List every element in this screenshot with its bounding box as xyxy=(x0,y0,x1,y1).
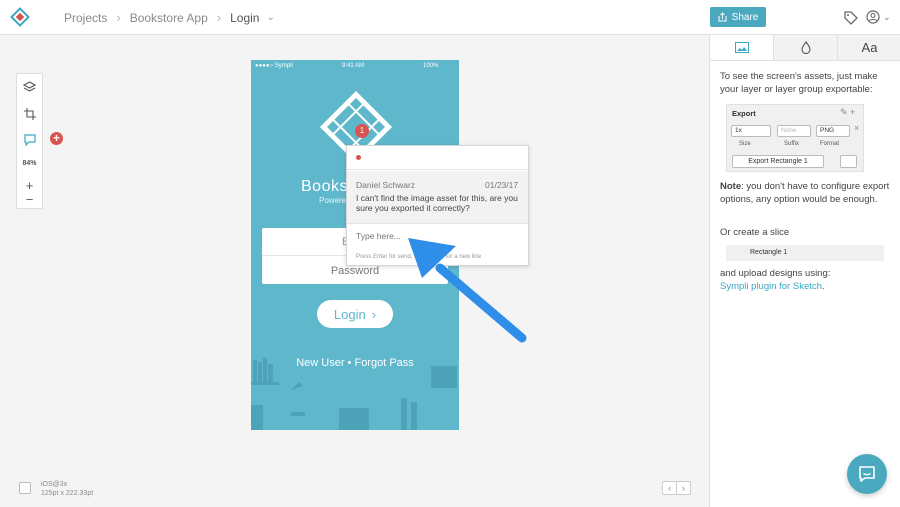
previous-screen-button[interactable]: ‹ xyxy=(663,482,676,494)
comment-author: Daniel Schwarz xyxy=(356,180,416,190)
next-screen-button[interactable]: › xyxy=(676,482,690,494)
chevron-right-icon: › xyxy=(216,10,222,25)
status-dot-icon xyxy=(356,155,361,160)
breadcrumb: Projects › Bookstore App › Login ⌄ xyxy=(64,10,275,25)
close-icon: × xyxy=(854,123,860,133)
comment-header xyxy=(347,146,528,170)
layers-tool[interactable] xyxy=(17,74,42,100)
login-label: Login xyxy=(333,306,366,322)
export-suffix-field: None xyxy=(777,125,811,137)
share-icon xyxy=(840,155,857,168)
comment-popover: Daniel Schwarz 01/23/17 I can't find the… xyxy=(346,145,529,266)
comment-thread: Daniel Schwarz 01/23/17 I can't find the… xyxy=(347,171,528,224)
battery: 100% xyxy=(423,63,439,69)
zoom-level: 84% xyxy=(22,160,37,167)
note-text: Note: you don't have to configure export… xyxy=(720,180,892,206)
chat-icon xyxy=(859,466,875,482)
carrier: ●●●●○ Sympli xyxy=(255,63,293,69)
comment-hint: Press Enter for send, Shift+Enter for a … xyxy=(356,254,482,260)
screen-pager: ‹ › xyxy=(662,481,691,495)
sketch-plugin-link[interactable]: Sympli plugin for Sketch xyxy=(720,281,822,292)
measure-tool[interactable] xyxy=(17,101,42,127)
inspector-panel: Aa To see the screen's assets, just make… xyxy=(709,35,900,507)
brand-title: Books xyxy=(301,178,348,195)
artboard-info: iOS@3x 125pt x 222.33pt xyxy=(41,480,93,498)
device-label: iOS@3x xyxy=(41,481,68,488)
zoom-in-button[interactable]: + xyxy=(17,178,42,193)
artboard-size: 125pt x 222.33pt xyxy=(41,490,94,497)
chat-support-button[interactable] xyxy=(847,454,887,494)
login-button[interactable]: Login › xyxy=(317,300,393,328)
caption-format: Format xyxy=(820,141,840,147)
comment-icon xyxy=(23,134,36,146)
export-size-select: 1x xyxy=(731,125,771,137)
export-title: Export xyxy=(732,109,756,118)
sympli-logo-icon[interactable] xyxy=(10,7,30,27)
slice-text: Or create a slice xyxy=(720,227,790,238)
status-bar: ●●●●○ Sympli 9:41 AM 100% xyxy=(251,60,459,72)
share-icon xyxy=(718,12,727,22)
drop-icon xyxy=(800,41,811,54)
export-example: Export ✎ + 1x None PNG × Size Suffix For… xyxy=(726,104,864,172)
tab-assets[interactable] xyxy=(710,35,773,60)
tab-text[interactable]: Aa xyxy=(837,35,900,60)
inspector-tabs: Aa xyxy=(710,35,900,61)
bookshelf-illustration-icon xyxy=(251,358,457,430)
tab-colors[interactable] xyxy=(773,35,837,60)
breadcrumb-app[interactable]: Bookstore App xyxy=(130,11,208,25)
user-icon[interactable] xyxy=(866,10,880,24)
comment-date: 01/23/17 xyxy=(485,180,519,190)
chevron-down-icon[interactable]: ⌄ xyxy=(266,12,274,23)
zoom-out-button[interactable]: − xyxy=(17,192,42,207)
add-comment-button[interactable]: + xyxy=(50,132,63,145)
edit-add-icon: ✎ + xyxy=(840,107,856,117)
note-body: : you don't have to configure export opt… xyxy=(720,181,890,205)
export-format-select: PNG xyxy=(816,125,850,137)
password-field[interactable]: Password xyxy=(262,265,448,277)
note-label: Note xyxy=(720,181,742,192)
comment-message: I can't find the image asset for this, a… xyxy=(356,193,518,213)
top-bar: Projects › Bookstore App › Login ⌄ Share… xyxy=(0,0,900,35)
caption-suffix: Suffix xyxy=(784,141,799,147)
chevron-right-icon: › xyxy=(116,10,121,25)
period: . xyxy=(821,281,825,292)
crop-icon xyxy=(23,108,36,120)
comment-pin[interactable]: 1 xyxy=(355,124,369,138)
slice-example: Rectangle 1 xyxy=(726,245,884,261)
tag-icon[interactable] xyxy=(844,11,858,25)
breadcrumb-screen[interactable]: Login xyxy=(230,11,259,25)
image-icon xyxy=(734,42,749,53)
share-label: Share xyxy=(731,11,759,23)
layers-icon xyxy=(23,81,36,92)
plugin-line: Sympli plugin for Sketch. xyxy=(720,280,892,293)
status-time: 9:41 AM xyxy=(342,63,365,69)
assets-intro: To see the screen's assets, just make yo… xyxy=(720,71,878,95)
export-rectangle-button: Export Rectangle 1 xyxy=(732,155,824,168)
chevron-right-icon: › xyxy=(371,306,377,322)
upload-text: and upload designs using: xyxy=(720,268,831,279)
breadcrumb-projects[interactable]: Projects xyxy=(64,11,107,25)
chevron-down-icon[interactable]: ⌄ xyxy=(883,12,891,23)
canvas-toolbox: 84% + − xyxy=(16,73,43,209)
artboard-select-checkbox[interactable] xyxy=(19,482,31,494)
powered-by: Powere xyxy=(319,196,347,205)
caption-size: Size xyxy=(739,141,751,147)
comment-tool[interactable] xyxy=(17,127,42,153)
share-button[interactable]: Share xyxy=(710,7,766,27)
comment-reply-input[interactable] xyxy=(356,231,516,241)
